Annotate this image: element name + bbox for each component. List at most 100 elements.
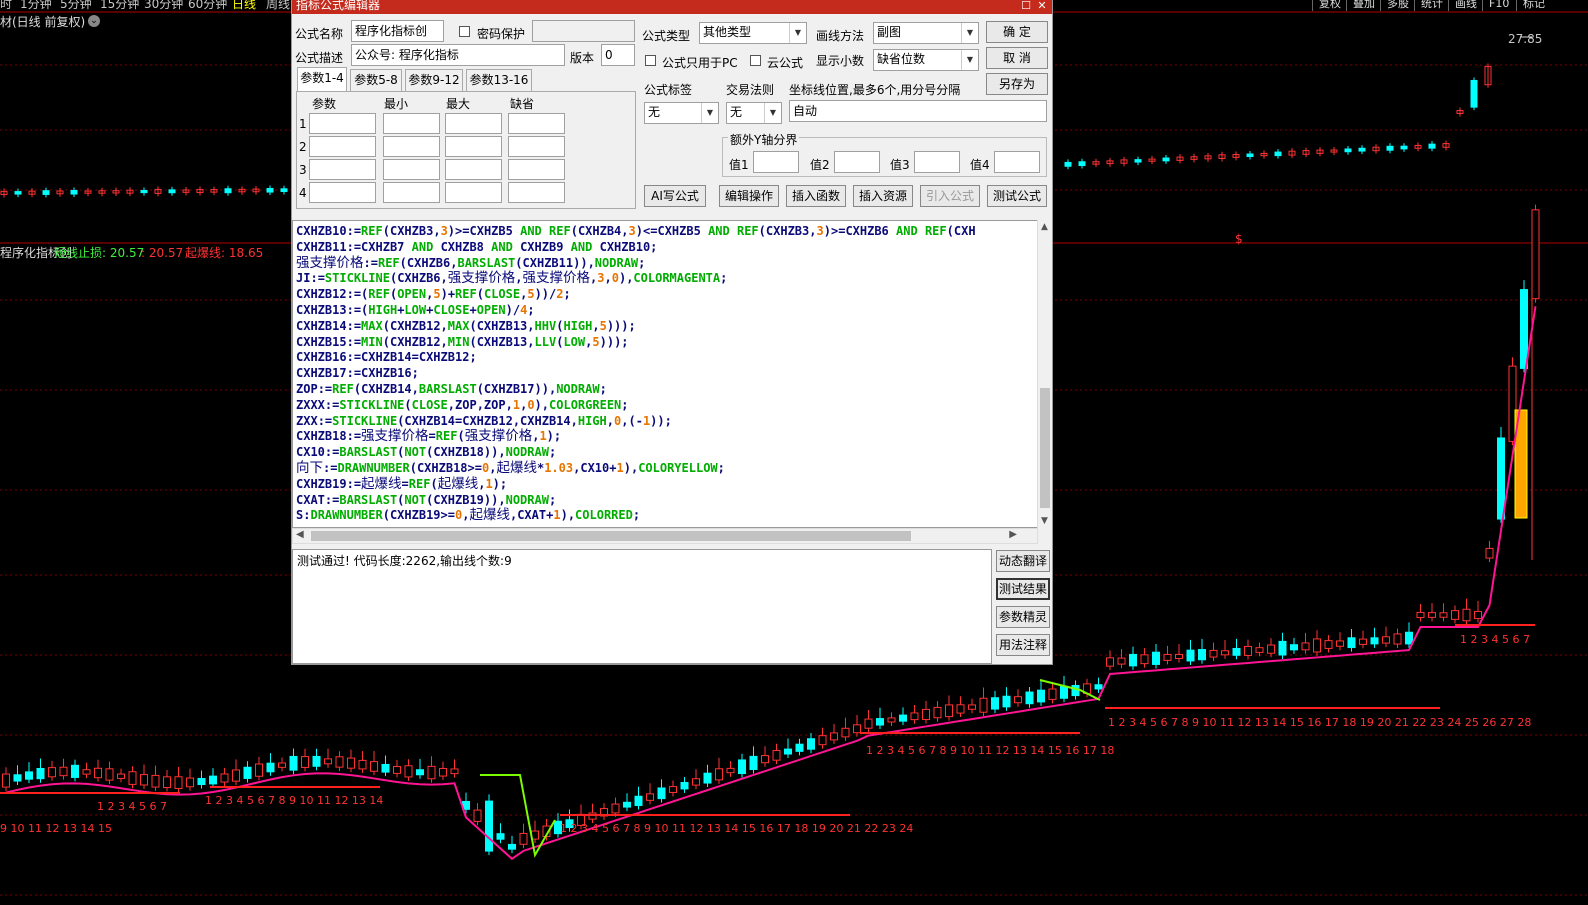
action-button-2[interactable]: 插入函数 bbox=[786, 185, 846, 207]
yaxis-label: 额外Y轴分界 bbox=[728, 131, 800, 148]
candle bbox=[1474, 610, 1482, 620]
toolbar-button-2[interactable]: 多股 bbox=[1380, 0, 1415, 11]
param-input[interactable] bbox=[383, 136, 440, 157]
param-input[interactable] bbox=[309, 159, 376, 180]
chevron-down-icon[interactable]: ▼ bbox=[1041, 516, 1048, 526]
period-tab-5[interactable]: 60分钟 bbox=[188, 0, 227, 10]
toolbar-button-3[interactable]: 统计 bbox=[1414, 0, 1449, 11]
candle bbox=[1163, 653, 1172, 661]
upper-candle bbox=[1064, 161, 1072, 167]
candle bbox=[1186, 649, 1195, 662]
y-value-input[interactable] bbox=[914, 151, 960, 173]
action-button-0[interactable]: AI写公式 bbox=[644, 185, 706, 207]
param-input[interactable] bbox=[508, 159, 565, 180]
action-button-3[interactable]: 插入资源 bbox=[853, 185, 913, 207]
period-tab-2[interactable]: 5分钟 bbox=[60, 0, 92, 10]
period-tab-6[interactable]: 日线 bbox=[232, 0, 256, 10]
formula-type-select[interactable]: 其他类型 ▼ bbox=[699, 22, 807, 44]
ok-button[interactable]: 确 定 bbox=[986, 21, 1048, 43]
param-input[interactable] bbox=[445, 113, 502, 134]
pc-only-label: 公式只用于PC bbox=[662, 56, 738, 70]
period-tab-0[interactable]: 时 bbox=[0, 0, 12, 10]
close-icon[interactable]: ✕ bbox=[1034, 0, 1050, 13]
toolbar-button-5[interactable]: F10 bbox=[1482, 0, 1515, 11]
param-input[interactable] bbox=[445, 136, 502, 157]
period-tab-7[interactable]: 周线 bbox=[266, 0, 290, 10]
action-button-1[interactable]: 编辑操作 bbox=[719, 185, 779, 207]
tab-params-13-16[interactable]: 参数13-16 bbox=[466, 69, 532, 91]
param-input[interactable] bbox=[508, 136, 565, 157]
period-tab-1[interactable]: 1分钟 bbox=[20, 0, 52, 10]
code-editor[interactable]: CXHZB10:=REF(CXHZB3,3)>=CXHZB5 AND REF(C… bbox=[292, 220, 1038, 528]
param-input[interactable] bbox=[309, 182, 376, 203]
tab-params-5-8[interactable]: 参数5-8 bbox=[350, 69, 402, 91]
candle bbox=[416, 769, 424, 776]
param-input[interactable] bbox=[383, 182, 440, 203]
chevron-up-icon[interactable]: ▲ bbox=[1041, 222, 1048, 232]
param-header: 缺省 bbox=[510, 97, 535, 111]
side-button-1[interactable]: 测试结果 bbox=[996, 578, 1050, 600]
candle bbox=[393, 766, 401, 774]
candle bbox=[1439, 612, 1448, 618]
param-input[interactable] bbox=[508, 182, 565, 203]
y-value-input[interactable] bbox=[753, 151, 799, 173]
pc-only-checkbox[interactable] bbox=[645, 55, 656, 66]
tab-params-9-12[interactable]: 参数9-12 bbox=[405, 69, 463, 91]
chevron-right-icon[interactable]: ▶ bbox=[1009, 529, 1017, 540]
period-tab-3[interactable]: 15分钟 bbox=[100, 0, 139, 10]
side-button-0[interactable]: 动态翻译 bbox=[996, 550, 1050, 572]
version-input[interactable]: 0 bbox=[601, 44, 635, 66]
tag-select[interactable]: 无 ▼ bbox=[644, 102, 719, 124]
param-input[interactable] bbox=[383, 159, 440, 180]
candle bbox=[680, 782, 689, 790]
param-input[interactable] bbox=[445, 182, 502, 203]
code-vscrollbar[interactable]: ▲ ▼ bbox=[1037, 220, 1052, 528]
formula-name-input[interactable]: 程序化指标创 bbox=[351, 20, 444, 42]
param-header: 最大 bbox=[446, 97, 471, 111]
password-input[interactable] bbox=[532, 20, 635, 42]
candle bbox=[784, 748, 792, 755]
toolbar-button-0[interactable]: 复权 bbox=[1312, 0, 1347, 11]
chart-title: 材(日线 前复权) bbox=[0, 15, 86, 29]
side-button-2[interactable]: 参数精灵 bbox=[996, 606, 1050, 628]
formula-desc-input[interactable]: 公众号: 程序化指标 bbox=[351, 44, 565, 66]
toolbar-button-1[interactable]: 叠加 bbox=[1346, 0, 1381, 11]
code-hscrollbar[interactable]: ◀ ▶ bbox=[292, 528, 1038, 544]
dialog-titlebar[interactable]: 指标公式编辑器 bbox=[292, 0, 1052, 14]
action-button-4[interactable]: 引入公式 bbox=[920, 185, 980, 207]
chevron-left-icon[interactable]: ◀ bbox=[296, 529, 304, 540]
period-tab-4[interactable]: 30分钟 bbox=[144, 0, 183, 10]
candle bbox=[933, 706, 942, 719]
draw-method-select[interactable]: 副图 ▼ bbox=[873, 22, 979, 44]
trade-select[interactable]: 无 ▼ bbox=[726, 102, 782, 124]
code-line: CX10:=BARSLAST(NOT(CXHZB18)),NODRAW; bbox=[296, 445, 557, 460]
param-input[interactable] bbox=[383, 113, 440, 134]
param-input[interactable] bbox=[309, 136, 376, 157]
vscroll-thumb[interactable] bbox=[1040, 388, 1050, 508]
candle bbox=[163, 776, 171, 789]
code-line: CXHZB13:=(HIGH+LOW+CLOSE+OPEN)/4; bbox=[296, 303, 535, 317]
coord-input[interactable]: 自动 bbox=[789, 100, 1047, 122]
side-button-3[interactable]: 用法注释 bbox=[996, 634, 1050, 656]
cancel-button[interactable]: 取 消 bbox=[986, 47, 1048, 69]
toolbar-button-6[interactable]: 标记 bbox=[1516, 0, 1551, 11]
tab-params-1-4[interactable]: 参数1-4 bbox=[297, 67, 347, 91]
max-price-label: 27.85 bbox=[1508, 32, 1543, 46]
action-button-5[interactable]: 测试公式 bbox=[987, 185, 1047, 207]
param-input[interactable] bbox=[445, 159, 502, 180]
save-as-button[interactable]: 另存为 bbox=[986, 73, 1048, 95]
y-value-input[interactable] bbox=[834, 151, 880, 173]
desc-label: 公式描述 bbox=[295, 51, 344, 65]
param-input[interactable] bbox=[508, 113, 565, 134]
hscroll-thumb[interactable] bbox=[311, 531, 911, 541]
maximize-icon[interactable]: ☐ bbox=[1018, 0, 1034, 13]
y-value-input[interactable] bbox=[994, 151, 1040, 173]
candle bbox=[623, 801, 631, 808]
code-line: 向下:=DRAWNUMBER(CXHZB18>=0,起爆线*1.03,CX10+… bbox=[296, 460, 725, 476]
toolbar-button-4[interactable]: 画线 bbox=[1448, 0, 1483, 11]
password-checkbox[interactable] bbox=[459, 26, 470, 37]
cloud-checkbox[interactable] bbox=[750, 55, 761, 66]
chevron-down-icon[interactable]: ⌄ bbox=[88, 15, 100, 27]
param-input[interactable] bbox=[309, 113, 376, 134]
decimals-select[interactable]: 缺省位数 ▼ bbox=[873, 49, 979, 71]
